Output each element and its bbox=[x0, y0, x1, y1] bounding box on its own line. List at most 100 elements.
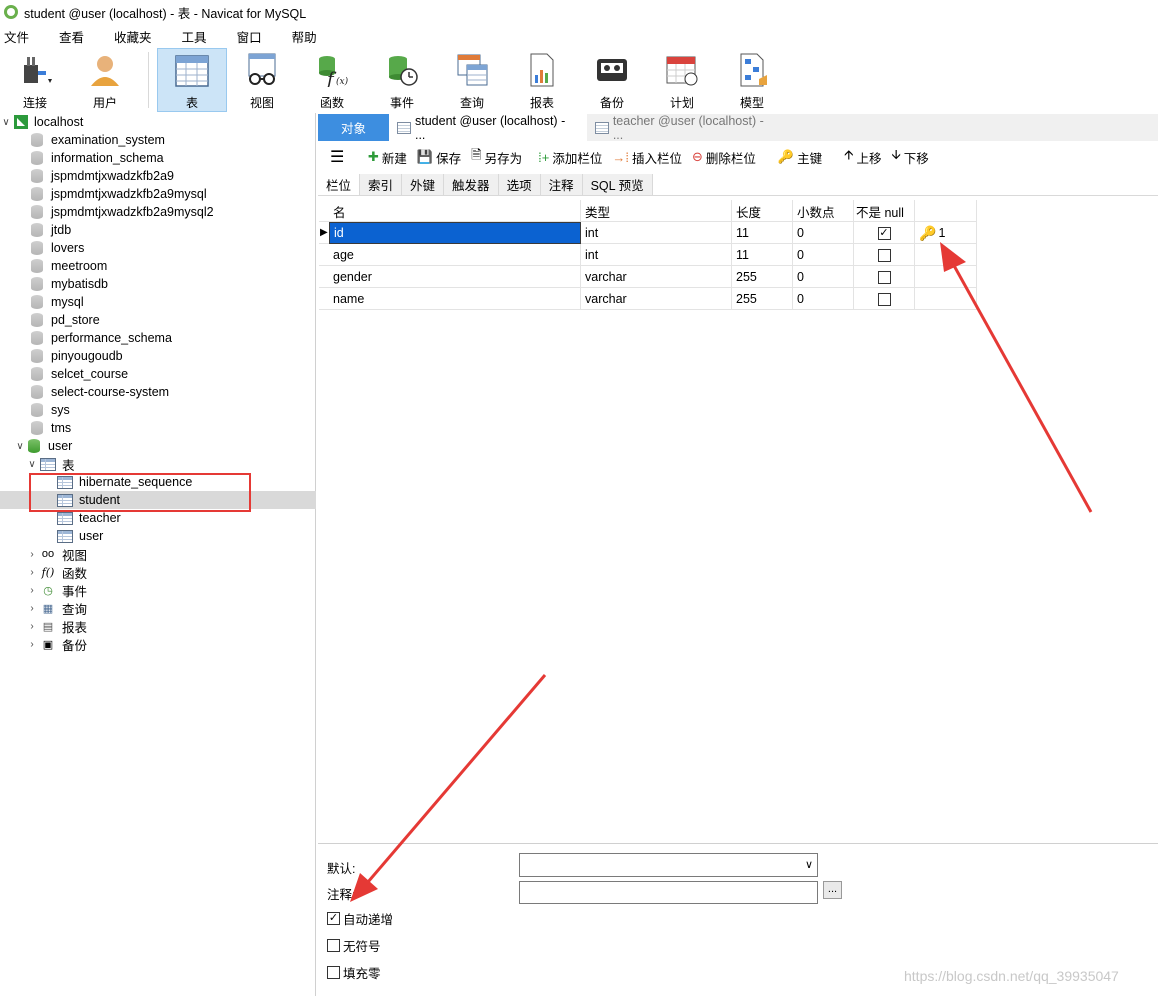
field-type-cell[interactable]: int bbox=[581, 222, 732, 244]
menu-view[interactable]: 查看 bbox=[55, 27, 96, 46]
tab-objects[interactable]: 对象 bbox=[318, 114, 389, 141]
field-name-cell[interactable]: id bbox=[329, 222, 581, 244]
tree-db-item[interactable]: tms bbox=[31, 419, 71, 437]
tree-db-item[interactable]: jspmdmtjxwadzkfb2a9mysql2 bbox=[31, 203, 214, 221]
field-key-cell[interactable] bbox=[915, 288, 977, 310]
move-up-button[interactable]: 🡩 上移 bbox=[844, 146, 881, 168]
tree-db-item[interactable]: pd_store bbox=[31, 311, 100, 329]
tree-db-item[interactable]: mybatisdb bbox=[31, 275, 108, 293]
field-type-cell[interactable]: int bbox=[581, 244, 732, 266]
checkbox-box[interactable] bbox=[877, 248, 891, 262]
field-length-cell[interactable]: 255 bbox=[732, 288, 793, 310]
table-row[interactable]: ▶ id int 11 0 ✓ 🔑 1 bbox=[319, 222, 977, 244]
tree-tables-folder[interactable]: ∨ 表 bbox=[26, 455, 75, 473]
new-button[interactable]: ✚ 新建 bbox=[368, 148, 407, 167]
field-key-cell[interactable]: 🔑 1 bbox=[915, 222, 977, 244]
comment-input[interactable] bbox=[519, 881, 818, 904]
tree-folder-events[interactable]: › ◷ 事件 bbox=[26, 581, 87, 599]
field-name-cell[interactable]: age bbox=[329, 244, 581, 266]
menu-help[interactable]: 帮助 bbox=[288, 27, 329, 46]
tab-comment[interactable]: 注释 bbox=[540, 174, 583, 195]
tree-db-item[interactable]: sys bbox=[31, 401, 70, 419]
tree-db-item[interactable]: select-course-system bbox=[31, 383, 169, 401]
tab-sql-preview[interactable]: SQL 预览 bbox=[582, 174, 653, 195]
primary-key-button[interactable]: 🔑 主键 bbox=[778, 148, 822, 167]
model-button[interactable]: 模型 bbox=[717, 48, 787, 112]
tree-db-item[interactable]: selcet_course bbox=[31, 365, 128, 383]
field-name-cell[interactable]: name bbox=[329, 288, 581, 310]
chevron-right-icon[interactable]: › bbox=[26, 567, 38, 578]
move-down-button[interactable]: 🡫 下移 bbox=[891, 146, 928, 168]
field-decimals-cell[interactable]: 0 bbox=[793, 266, 854, 288]
auto-increment-checkbox[interactable]: ✓ 自动递增 bbox=[327, 909, 393, 928]
field-decimals-cell[interactable]: 0 bbox=[793, 222, 854, 244]
checkbox-box[interactable] bbox=[327, 939, 340, 952]
tab-fields[interactable]: 栏位 bbox=[318, 174, 361, 195]
delete-field-button[interactable]: ⊖ 删除栏位 bbox=[692, 148, 756, 167]
tree-folder-queries[interactable]: › ▦ 查询 bbox=[26, 599, 87, 617]
tree-db-user[interactable]: ∨ user bbox=[14, 437, 72, 455]
backup-button[interactable]: 备份 bbox=[577, 48, 647, 112]
menu-file[interactable]: 文件 bbox=[0, 27, 41, 46]
tree-folder-backups[interactable]: › ▣ 备份 bbox=[26, 635, 87, 653]
insert-field-button[interactable]: →⁞ 插入栏位 bbox=[612, 148, 682, 167]
field-key-cell[interactable] bbox=[915, 266, 977, 288]
tree-folder-views[interactable]: › oo 视图 bbox=[26, 545, 87, 563]
column-header-not-null[interactable]: 不是 null bbox=[854, 200, 915, 222]
save-as-button[interactable]: 🗎 另存为 bbox=[471, 146, 522, 168]
tab-student-editor[interactable]: student @user (localhost) - ... bbox=[389, 114, 587, 142]
column-header-name[interactable]: 名 bbox=[329, 200, 581, 222]
field-key-cell[interactable] bbox=[915, 244, 977, 266]
tab-triggers[interactable]: 触发器 bbox=[444, 174, 499, 195]
tree-db-item[interactable]: mysql bbox=[31, 293, 84, 311]
chevron-down-icon[interactable]: ∨ bbox=[0, 117, 12, 128]
chevron-right-icon[interactable]: › bbox=[26, 549, 38, 560]
column-header-decimals[interactable]: 小数点 bbox=[793, 200, 854, 222]
field-decimals-cell[interactable]: 0 bbox=[793, 244, 854, 266]
schedule-button[interactable]: 计划 bbox=[647, 48, 717, 112]
field-not-null-cell[interactable]: ✓ bbox=[854, 222, 915, 244]
report-button[interactable]: 报表 bbox=[507, 48, 577, 112]
chevron-down-icon[interactable]: ∨ bbox=[26, 459, 38, 470]
tree-db-item[interactable]: pinyougoudb bbox=[31, 347, 123, 365]
menu-favorites[interactable]: 收藏夹 bbox=[110, 27, 164, 46]
field-not-null-cell[interactable] bbox=[854, 266, 915, 288]
view-button[interactable]: 视图 bbox=[227, 48, 297, 112]
checkmark-icon[interactable]: ✓ bbox=[327, 912, 340, 925]
checkbox-box[interactable] bbox=[877, 292, 891, 306]
chevron-right-icon[interactable]: › bbox=[26, 621, 38, 632]
field-length-cell[interactable]: 11 bbox=[732, 222, 793, 244]
add-field-button[interactable]: ⁞+ 添加栏位 bbox=[538, 148, 602, 167]
chevron-down-icon[interactable]: ∨ bbox=[14, 441, 26, 452]
field-type-cell[interactable]: varchar bbox=[581, 266, 732, 288]
event-button[interactable]: 事件 bbox=[367, 48, 437, 112]
tree-db-item[interactable]: performance_schema bbox=[31, 329, 172, 347]
table-row[interactable]: name varchar 255 0 bbox=[319, 288, 977, 310]
tree-db-item[interactable]: meetroom bbox=[31, 257, 107, 275]
tab-teacher-editor[interactable]: teacher @user (localhost) - ... bbox=[587, 114, 783, 142]
tab-foreign-keys[interactable]: 外键 bbox=[402, 174, 445, 195]
menu-window[interactable]: 窗口 bbox=[233, 27, 274, 46]
field-decimals-cell[interactable]: 0 bbox=[793, 288, 854, 310]
tree-db-item[interactable]: lovers bbox=[31, 239, 84, 257]
tree-folder-functions[interactable]: › f() 函数 bbox=[26, 563, 87, 581]
tree-host-localhost[interactable]: ∨ localhost bbox=[0, 113, 83, 131]
tree-db-item[interactable]: jspmdmtjxwadzkfb2a9 bbox=[31, 167, 174, 185]
column-header-length[interactable]: 长度 bbox=[732, 200, 793, 222]
save-button[interactable]: 💾 保存 bbox=[417, 148, 461, 167]
menu-tools[interactable]: 工具 bbox=[178, 27, 219, 46]
comment-more-button[interactable]: ... bbox=[823, 881, 842, 899]
tab-options[interactable]: 选项 bbox=[498, 174, 541, 195]
unsigned-checkbox[interactable]: 无符号 bbox=[327, 936, 381, 955]
tab-indexes[interactable]: 索引 bbox=[360, 174, 403, 195]
chevron-right-icon[interactable]: › bbox=[26, 585, 38, 596]
column-header-type[interactable]: 类型 bbox=[581, 200, 732, 222]
function-button[interactable]: f (x) 函数 bbox=[297, 48, 367, 112]
chevron-right-icon[interactable]: › bbox=[26, 603, 38, 614]
chevron-right-icon[interactable]: › bbox=[26, 639, 38, 650]
field-not-null-cell[interactable] bbox=[854, 244, 915, 266]
table-button[interactable]: 表 bbox=[157, 48, 227, 112]
tree-db-item[interactable]: jtdb bbox=[31, 221, 71, 239]
zerofill-checkbox[interactable]: 填充零 bbox=[327, 963, 381, 982]
connect-button[interactable]: 连接 bbox=[0, 48, 70, 112]
